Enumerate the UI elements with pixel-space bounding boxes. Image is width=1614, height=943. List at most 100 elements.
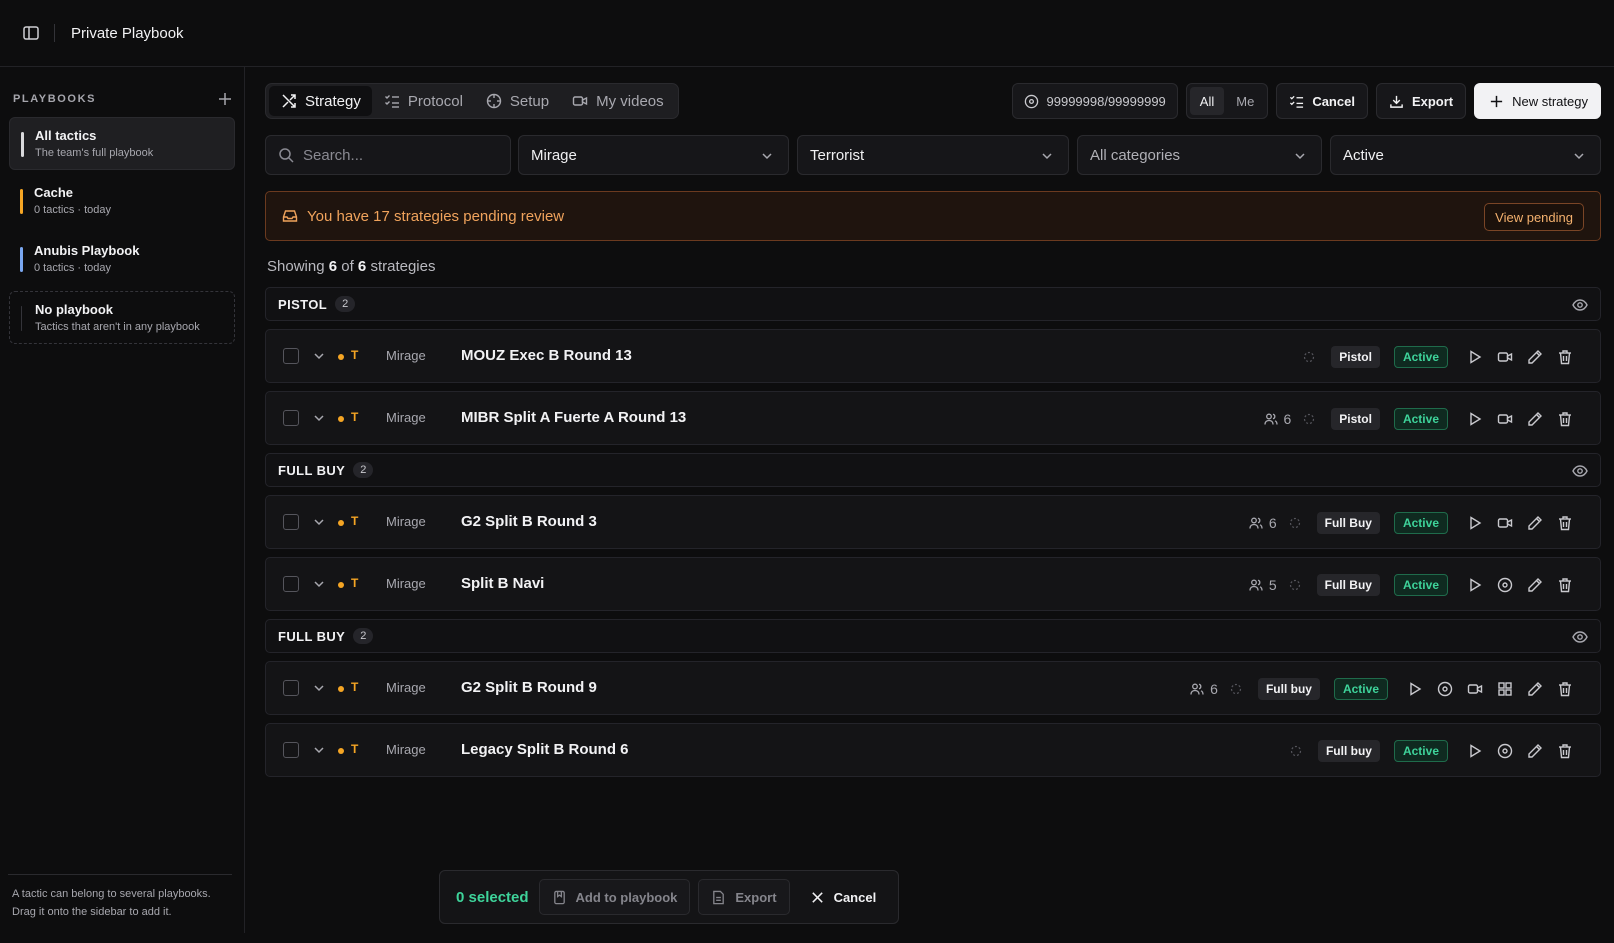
play-icon[interactable] [1460,736,1490,766]
loading-icon [1290,745,1302,757]
sidebar-item-cache[interactable]: Cache 0 tactics · today [9,175,235,228]
toolbar: Strategy Protocol Setup My videos 999999… [265,83,1601,119]
chevron-down-icon[interactable] [312,681,326,695]
tab-label: My videos [596,92,664,110]
edit-icon[interactable] [1520,404,1550,434]
play-icon[interactable] [1460,404,1490,434]
target-icon[interactable] [1490,570,1520,600]
eye-icon[interactable] [1572,629,1588,645]
eye-icon[interactable] [1572,463,1588,479]
download-icon [1389,94,1404,109]
file-icon [711,890,726,905]
tab-label: Protocol [407,92,463,110]
trash-icon[interactable] [1550,404,1580,434]
row-checkbox[interactable] [283,576,299,592]
edit-icon[interactable] [1520,342,1550,372]
quota-counter-text: 99999998/99999999 [1046,93,1166,109]
strategy-row[interactable]: T Mirage G2 Split B Round 9 6 Full buy Act… [265,661,1601,715]
tab-strategy[interactable]: Strategy [269,86,372,116]
sidebar-item-no-playbook[interactable]: No playbook Tactics that aren't in any p… [9,291,235,344]
chevron-down-icon[interactable] [312,411,326,425]
video-icon[interactable] [1490,404,1520,434]
video-icon[interactable] [1460,674,1490,704]
strategy-name: MIBR Split A Fuerte A Round 13 [461,409,687,426]
bulk-cancel-button[interactable]: Cancel [798,879,889,915]
tab-setup[interactable]: Setup [474,86,560,116]
status-select[interactable]: Active [1330,135,1601,175]
view-pending-button[interactable]: View pending [1484,203,1584,231]
target-icon[interactable] [1430,674,1460,704]
row-checkbox[interactable] [283,410,299,426]
edit-icon[interactable] [1520,508,1550,538]
chevron-down-icon[interactable] [312,743,326,757]
player-count-value: 5 [1268,577,1277,593]
row-checkbox[interactable] [283,680,299,696]
chevron-down-icon[interactable] [312,577,326,591]
video-icon[interactable] [1490,508,1520,538]
playbook-color-bar [20,247,23,272]
export-button[interactable]: Export [1375,83,1467,119]
play-icon[interactable] [1460,508,1490,538]
new-strategy-button[interactable]: New strategy [1474,83,1601,119]
strategy-row[interactable]: T Mirage MOUZ Exec B Round 13 Pistol Acti… [265,329,1601,383]
video-icon[interactable] [1490,342,1520,372]
trash-icon[interactable] [1550,736,1580,766]
group-count-badge: 2 [353,462,374,478]
sidebar-footer-hint: A tactic can belong to several playbooks… [8,874,232,933]
row-checkbox[interactable] [283,514,299,530]
map-select-value: Mirage [531,146,577,164]
row-actions: 6 Full Buy Active [1249,496,1580,550]
map-label: Mirage [386,514,426,529]
chevron-down-icon[interactable] [312,515,326,529]
grid-icon[interactable] [1490,674,1520,704]
tab-my-videos[interactable]: My videos [560,86,675,116]
edit-icon[interactable] [1520,570,1550,600]
trash-icon[interactable] [1550,674,1580,704]
group-name: FULL BUY [278,462,346,478]
search-field[interactable]: Search... [265,135,511,175]
strategy-row[interactable]: T Mirage MIBR Split A Fuerte A Round 13 … [265,391,1601,445]
scope-me-button[interactable]: Me [1226,87,1264,115]
row-checkbox[interactable] [283,742,299,758]
map-label: Mirage [386,576,426,591]
add-playbook-icon[interactable] [218,92,232,106]
player-count-value: 6 [1283,411,1292,427]
side-select[interactable]: Terrorist [797,135,1069,175]
sidebar-item-anubis-playbook[interactable]: Anubis Playbook 0 tactics · today [9,233,235,286]
edit-icon[interactable] [1520,736,1550,766]
chevron-down-icon [760,149,774,163]
category-select[interactable]: All categories [1077,135,1322,175]
sidebar-hint-line: A tactic can belong to several playbooks… [12,888,211,900]
strategy-row[interactable]: T Mirage G2 Split B Round 3 6 Full Buy Act… [265,495,1601,549]
users-icon [1249,578,1263,592]
loading-icon [1289,517,1301,529]
trash-icon[interactable] [1550,570,1580,600]
play-icon[interactable] [1460,570,1490,600]
bulk-export-button[interactable]: Export [698,879,790,915]
cancel-selection-button[interactable]: Cancel [1276,83,1368,119]
sidebar-toggle-icon[interactable] [22,24,40,42]
chevron-down-icon[interactable] [312,349,326,363]
scope-all-button[interactable]: All [1189,87,1225,115]
map-select[interactable]: Mirage [518,135,789,175]
edit-icon[interactable] [1520,674,1550,704]
sidebar-item-all-tactics[interactable]: All tactics The team's full playbook [9,117,235,170]
category-badge: Full buy [1317,740,1380,762]
eye-icon[interactable] [1572,297,1588,313]
row-checkbox[interactable] [283,348,299,364]
target-icon[interactable] [1490,736,1520,766]
scope-toggle: All Me [1185,83,1269,119]
strategy-name: Split B Navi [461,575,545,592]
pending-review-banner: You have 17 strategies pending review Vi… [265,191,1601,241]
trash-icon[interactable] [1550,508,1580,538]
result-count-total: 6 [357,258,367,275]
tab-protocol[interactable]: Protocol [372,86,474,116]
strategy-row[interactable]: T Mirage Split B Navi 5 Full Buy Active [265,557,1601,611]
play-icon[interactable] [1400,674,1430,704]
side-label: T [351,680,359,694]
users-icon [1263,412,1278,426]
trash-icon[interactable] [1550,342,1580,372]
strategy-row[interactable]: T Mirage Legacy Split B Round 6 Full buy… [265,723,1601,777]
play-icon[interactable] [1460,342,1490,372]
add-to-playbook-button[interactable]: Add to playbook [538,879,691,915]
